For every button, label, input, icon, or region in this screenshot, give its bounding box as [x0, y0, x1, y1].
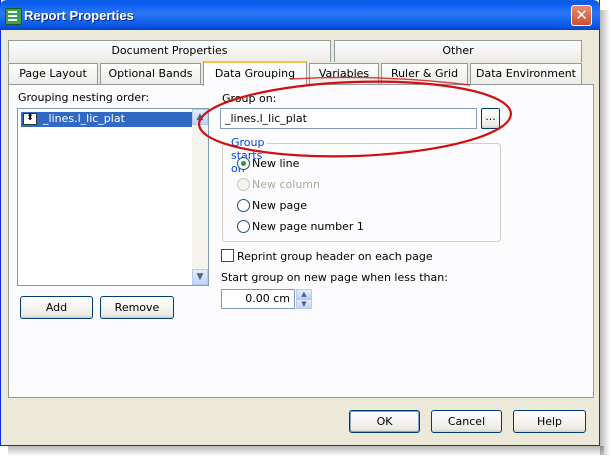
scroll-up-button[interactable]: ▲ — [192, 109, 208, 125]
ok-button[interactable]: OK — [349, 410, 420, 433]
start-group-spinner-field[interactable]: 0.00 cm — [221, 289, 295, 309]
cancel-button[interactable]: Cancel — [431, 410, 502, 433]
move-updown-icon[interactable]: ⬍ — [23, 113, 37, 125]
group-on-label: Group on: — [222, 92, 277, 105]
list-item[interactable]: ⬍ _lines.l_lic_plat — [21, 112, 194, 127]
reprint-header-checkbox[interactable] — [221, 249, 234, 262]
browse-button[interactable]: ... — [481, 108, 500, 129]
add-button[interactable]: Add — [20, 296, 93, 319]
scroll-down-button[interactable]: ▼ — [192, 269, 208, 285]
spin-down-icon: ▼ — [301, 300, 307, 308]
tab-ruler-grid[interactable]: Ruler & Grid — [381, 63, 468, 85]
radio-new-line[interactable] — [237, 157, 250, 170]
tab-variables[interactable]: Variables — [309, 63, 379, 85]
close-button[interactable]: ✕ — [571, 5, 592, 26]
remove-button[interactable]: Remove — [100, 296, 174, 319]
group-on-field[interactable]: _lines.l_lic_plat — [220, 108, 477, 129]
radio-new-page-number-label: New page number 1 — [252, 220, 364, 233]
tab-document-properties[interactable]: Document Properties — [8, 40, 331, 62]
spin-up-icon: ▲ — [301, 290, 307, 298]
close-icon: ✕ — [575, 6, 588, 24]
report-app-icon — [5, 8, 22, 25]
list-item-label: _lines.l_lic_plat — [43, 112, 125, 125]
radio-new-page-number[interactable] — [237, 220, 250, 233]
spin-up-button[interactable]: ▲ — [296, 289, 312, 299]
radio-new-page-label: New page — [252, 199, 307, 212]
start-group-label: Start group on new page when less than: — [221, 271, 448, 284]
chevron-down-icon: ▼ — [196, 272, 204, 282]
spin-down-button[interactable]: ▼ — [296, 299, 312, 309]
tab-other[interactable]: Other — [334, 40, 582, 62]
radio-new-page[interactable] — [237, 199, 250, 212]
radio-new-column — [237, 178, 250, 191]
tab-data-environment[interactable]: Data Environment — [470, 63, 582, 85]
list-scrollbar[interactable]: ▲ ▼ — [192, 109, 208, 285]
window-title: Report Properties — [24, 8, 134, 23]
title-bar[interactable]: Report Properties ✕ — [0, 0, 600, 30]
grouping-list[interactable]: ⬍ _lines.l_lic_plat ▲ ▼ — [17, 108, 209, 286]
tab-page-layout[interactable]: Page Layout — [8, 63, 98, 85]
chevron-up-icon: ▲ — [196, 112, 204, 122]
radio-new-line-label: New line — [252, 157, 300, 170]
help-button[interactable]: Help — [513, 410, 586, 433]
report-properties-dialog: Report Properties ✕ Document Properties … — [0, 0, 600, 446]
tab-data-grouping[interactable]: Data Grouping — [203, 61, 307, 86]
reprint-header-label: Reprint group header on each page — [237, 250, 433, 263]
grouping-nesting-label: Grouping nesting order: — [18, 91, 150, 104]
radio-new-column-label: New column — [252, 178, 320, 191]
tab-optional-bands[interactable]: Optional Bands — [100, 63, 201, 85]
